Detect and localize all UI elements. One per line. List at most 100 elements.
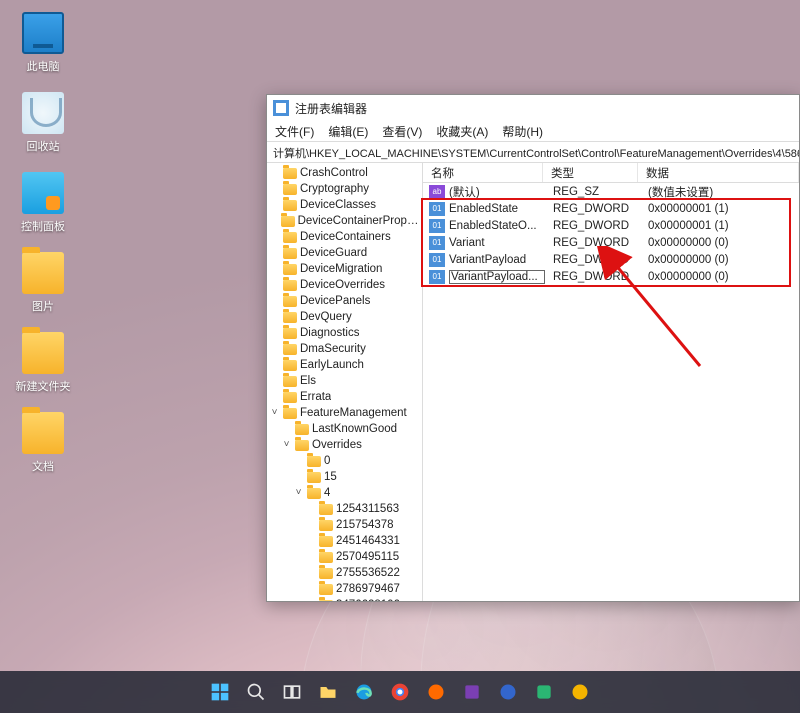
taskbar-app-4[interactable] — [531, 679, 557, 705]
tree-node[interactable]: EarlyLaunch — [269, 357, 422, 373]
explorer-icon[interactable] — [315, 679, 341, 705]
folder-icon — [295, 424, 309, 435]
tree-node[interactable]: DeviceOverrides — [269, 277, 422, 293]
tree-node[interactable]: 215754378 — [269, 517, 422, 533]
value-name: VariantPayload — [449, 254, 545, 266]
column-headers[interactable]: 名称 类型 数据 — [423, 163, 799, 183]
desktop-icon-label: 图片 — [12, 298, 74, 314]
value-name: Variant — [449, 237, 545, 249]
desktop-icon-new-folder[interactable]: 新建文件夹 — [12, 332, 74, 394]
value-row[interactable]: ab(默认)REG_SZ(数值未设置) — [423, 183, 799, 200]
expand-icon[interactable]: ˅ — [281, 437, 292, 453]
desktop-icon-documents[interactable]: 文档 — [12, 412, 74, 474]
tree-node-label: LastKnownGood — [312, 421, 397, 437]
value-row[interactable]: 01EnabledStateO...REG_DWORD0x00000001 (1… — [423, 217, 799, 234]
tree-node[interactable]: DeviceContainerPropertyUpda — [269, 213, 422, 229]
taskbar-app-3[interactable] — [495, 679, 521, 705]
tree-node[interactable]: DeviceClasses — [269, 197, 422, 213]
folder-icon — [319, 568, 333, 579]
tree-node[interactable]: LastKnownGood — [269, 421, 422, 437]
tree-node-label: DeviceContainerPropertyUpda — [298, 213, 420, 229]
tree-node[interactable]: 0 — [269, 453, 422, 469]
col-data[interactable]: 数据 — [638, 163, 799, 182]
value-data: 0x00000000 (0) — [640, 237, 799, 249]
dword-value-icon: 01 — [429, 219, 445, 233]
tree-node[interactable]: DeviceMigration — [269, 261, 422, 277]
value-row[interactable]: 01EnabledStateREG_DWORD0x00000001 (1) — [423, 200, 799, 217]
taskview-button[interactable] — [279, 679, 305, 705]
taskbar-app-1[interactable] — [423, 679, 449, 705]
dword-value-icon: 01 — [429, 270, 445, 284]
desktop-icon-recycle-bin[interactable]: 回收站 — [12, 92, 74, 154]
recycle-bin-icon — [22, 92, 64, 134]
monitor-icon — [22, 12, 64, 54]
tree-node[interactable]: DevQuery — [269, 309, 422, 325]
tree-node[interactable]: DmaSecurity — [269, 341, 422, 357]
tree-node-label: DeviceMigration — [300, 261, 382, 277]
expand-icon[interactable]: ˅ — [269, 405, 280, 421]
tree-node[interactable]: Errata — [269, 389, 422, 405]
menu-help[interactable]: 帮助(H) — [502, 123, 543, 140]
tree-node[interactable]: Diagnostics — [269, 325, 422, 341]
folder-icon — [319, 552, 333, 563]
folder-icon — [22, 252, 64, 294]
taskbar-app-5[interactable] — [567, 679, 593, 705]
tree-node[interactable]: 15 — [269, 469, 422, 485]
chrome-icon[interactable] — [387, 679, 413, 705]
desktop-icon-pictures[interactable]: 图片 — [12, 252, 74, 314]
tree-node-label: DeviceOverrides — [300, 277, 385, 293]
tree-node-label: 2570495115 — [336, 549, 399, 565]
tree-node[interactable]: 2755536522 — [269, 565, 422, 581]
tree-node[interactable]: ˅4 — [269, 485, 422, 501]
menu-edit[interactable]: 编辑(E) — [328, 123, 368, 140]
value-type: REG_SZ — [545, 186, 640, 198]
tree-pane[interactable]: CrashControlCryptographyDeviceClassesDev… — [267, 163, 423, 601]
tree-node[interactable]: CrashControl — [269, 165, 422, 181]
dword-value-icon: 01 — [429, 236, 445, 250]
tree-node-label: DmaSecurity — [300, 341, 366, 357]
tree-node[interactable]: DeviceGuard — [269, 245, 422, 261]
col-type[interactable]: 类型 — [543, 163, 638, 182]
value-row[interactable]: 01VariantPayloadREG_DWORD0x00000000 (0) — [423, 251, 799, 268]
tree-node[interactable]: Cryptography — [269, 181, 422, 197]
tree-node-label: 215754378 — [336, 517, 394, 533]
tree-node[interactable]: 1254311563 — [269, 501, 422, 517]
value-type: REG_DWORD — [545, 271, 640, 283]
expand-icon[interactable]: ˅ — [293, 485, 304, 501]
folder-icon — [283, 360, 297, 371]
folder-icon — [283, 344, 297, 355]
tree-node[interactable]: 2786979467 — [269, 581, 422, 597]
col-name[interactable]: 名称 — [423, 163, 543, 182]
menu-file[interactable]: 文件(F) — [275, 123, 314, 140]
value-name: VariantPayload... — [449, 270, 545, 284]
taskbar-app-2[interactable] — [459, 679, 485, 705]
tree-node-label: DeviceContainers — [300, 229, 391, 245]
tree-node[interactable]: ˅Overrides — [269, 437, 422, 453]
start-button[interactable] — [207, 679, 233, 705]
desktop-icon-this-pc[interactable]: 此电脑 — [12, 12, 74, 74]
folder-icon — [22, 332, 64, 374]
folder-icon — [319, 584, 333, 595]
tree-node[interactable]: 2451464331 — [269, 533, 422, 549]
tree-node[interactable]: 2570495115 — [269, 549, 422, 565]
menu-view[interactable]: 查看(V) — [382, 123, 422, 140]
tree-node[interactable]: ˅ FeatureManagement — [269, 405, 422, 421]
tree-node[interactable]: DeviceContainers — [269, 229, 422, 245]
tree-node-label: FeatureManagement — [300, 405, 407, 421]
menu-favorites[interactable]: 收藏夹(A) — [436, 123, 488, 140]
value-row[interactable]: 01VariantREG_DWORD0x00000000 (0) — [423, 234, 799, 251]
desktop-icon-control-panel[interactable]: 控制面板 — [12, 172, 74, 234]
address-bar[interactable]: 计算机\HKEY_LOCAL_MACHINE\SYSTEM\CurrentCon… — [267, 141, 799, 163]
tree-node[interactable]: Els — [269, 373, 422, 389]
tree-node-label: 1254311563 — [336, 501, 399, 517]
tree-node[interactable]: DevicePanels — [269, 293, 422, 309]
folder-icon — [283, 328, 297, 339]
edge-icon[interactable] — [351, 679, 377, 705]
folder-icon — [319, 504, 333, 515]
tree-node-label: EarlyLaunch — [300, 357, 364, 373]
tree-node[interactable]: 3476628106 — [269, 597, 422, 601]
tree-node-label: CrashControl — [300, 165, 368, 181]
titlebar[interactable]: 注册表编辑器 — [267, 95, 799, 121]
value-row[interactable]: 01VariantPayload...REG_DWORD0x00000000 (… — [423, 268, 799, 285]
search-button[interactable] — [243, 679, 269, 705]
